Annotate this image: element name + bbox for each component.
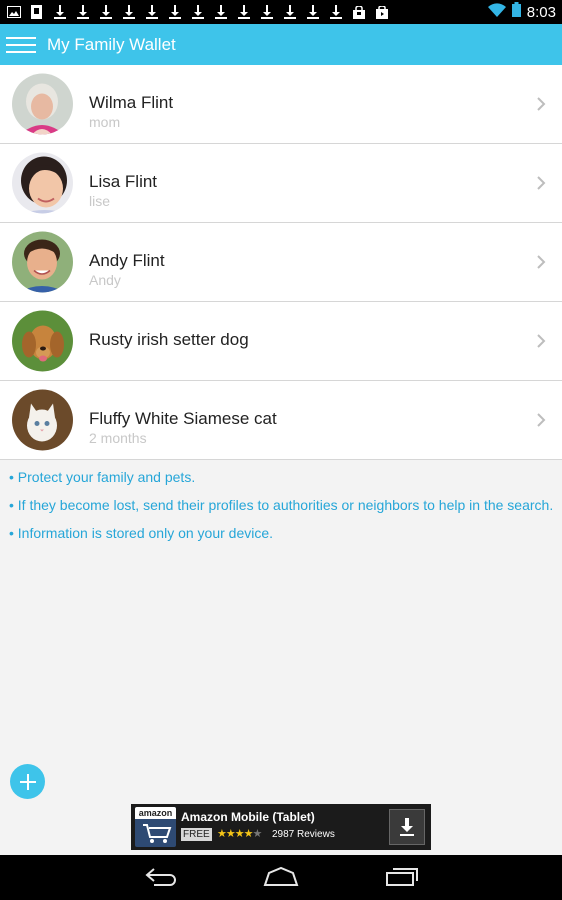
member-name: Fluffy White Siamese cat <box>89 409 277 428</box>
app-bar: My Family Wallet <box>0 24 562 65</box>
download-icon <box>400 818 414 836</box>
member-subtitle: lise <box>89 193 111 209</box>
list-item[interactable]: Andy Flint Andy <box>0 223 562 302</box>
download-icon <box>213 5 228 20</box>
chevron-right-icon <box>537 413 546 427</box>
boy-photo <box>12 231 73 293</box>
ad-title: Amazon Mobile (Tablet) <box>181 810 315 824</box>
chevron-right-icon <box>537 255 546 269</box>
info-line: • Protect your family and pets. <box>9 469 196 485</box>
download-icon <box>259 5 274 20</box>
member-name: Andy Flint <box>89 251 165 270</box>
home-icon[interactable] <box>263 865 299 889</box>
hamburger-menu-icon[interactable] <box>6 36 36 53</box>
download-icon <box>144 5 159 20</box>
clock: 8:03 <box>526 3 556 21</box>
member-list: Wilma Flint mom Lisa Flint lise Andy Fli… <box>0 65 562 460</box>
member-subtitle: 2 months <box>89 430 147 446</box>
back-icon[interactable] <box>144 865 178 889</box>
download-icon <box>121 5 136 20</box>
info-line: • If they become lost, send their profil… <box>9 497 554 513</box>
info-line: • Information is stored only on your dev… <box>9 525 274 541</box>
recent-apps-icon[interactable] <box>385 865 419 889</box>
chevron-right-icon <box>537 176 546 190</box>
member-subtitle: mom <box>89 114 121 130</box>
download-icon <box>305 5 320 20</box>
image-icon <box>6 5 21 20</box>
avatar <box>12 152 73 214</box>
shopping-cart-icon <box>143 824 172 843</box>
plus-icon <box>19 773 36 790</box>
cat-photo <box>12 389 73 451</box>
download-icon <box>167 5 182 20</box>
dog-photo <box>12 310 73 372</box>
status-bar: 8:03 <box>0 0 562 24</box>
price-badge: FREE <box>181 828 212 841</box>
avatar <box>12 231 73 293</box>
amazon-logo: amazon <box>135 807 176 847</box>
download-icon <box>98 5 113 20</box>
download-icon <box>190 5 205 20</box>
battery-icon <box>511 2 521 22</box>
list-item[interactable]: Fluffy White Siamese cat 2 months <box>0 381 562 460</box>
avatar <box>12 73 73 135</box>
chevron-right-icon <box>537 97 546 111</box>
review-count: 2987 Reviews <box>272 829 335 840</box>
download-icon <box>52 5 67 20</box>
member-name: Rusty irish setter dog <box>89 330 249 349</box>
download-icon <box>282 5 297 20</box>
wifi-icon <box>487 2 506 22</box>
add-member-button[interactable] <box>10 764 45 799</box>
member-name: Lisa Flint <box>89 172 158 191</box>
ad-banner[interactable]: amazon Amazon Mobile (Tablet) FREE ★★★★★… <box>131 804 431 850</box>
download-button[interactable] <box>389 809 425 845</box>
download-icon <box>75 5 90 20</box>
play-store-icon <box>374 5 389 20</box>
list-item[interactable]: Rusty irish setter dog <box>0 302 562 381</box>
list-item[interactable]: Lisa Flint lise <box>0 144 562 223</box>
app-title: My Family Wallet <box>47 34 176 54</box>
download-icon <box>236 5 251 20</box>
member-subtitle: Andy <box>89 272 121 288</box>
elderly-woman-photo <box>12 73 73 135</box>
member-name: Wilma Flint <box>89 93 174 112</box>
info-section: • Protect your family and pets. • If the… <box>9 469 559 553</box>
star-rating: ★★★★★ <box>217 828 262 840</box>
notification-icons <box>6 5 389 20</box>
navigation-bar <box>0 855 562 900</box>
sd-card-icon <box>29 5 44 20</box>
girl-photo <box>12 152 73 214</box>
avatar <box>12 310 73 372</box>
avatar <box>12 389 73 451</box>
download-icon <box>328 5 343 20</box>
chevron-right-icon <box>537 334 546 348</box>
list-item[interactable]: Wilma Flint mom <box>0 65 562 144</box>
shopping-bag-icon <box>351 5 366 20</box>
